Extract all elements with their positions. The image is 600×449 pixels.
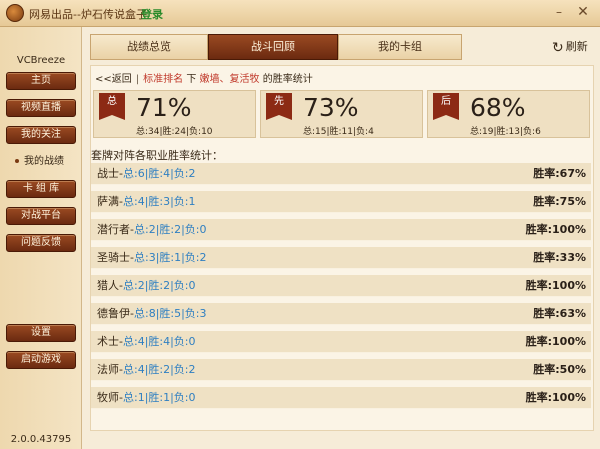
deck-name: 嫩墙、复活牧 [199,74,260,85]
win-rate-value: 胜率:63% [533,307,586,320]
stat-card-total: 总 71% 总:34|胜:24|负:10 [93,90,256,138]
win-rate: 73% [303,93,359,122]
table-row: 战士-总:6|胜:4|负:2 胜率:67% [91,163,591,185]
class-detail: 总:8|胜:5|负:3 [133,307,207,320]
class-name: 德鲁伊- [97,307,134,320]
class-name: 法师- [97,363,123,376]
class-detail: 总:1|胜:1|负:0 [122,391,196,404]
class-name: 术士- [97,335,123,348]
win-rate-value: 胜率:100% [525,279,586,292]
app-title: 网易出品--炉石传说盒子 [29,8,147,21]
table-row: 牧师-总:1|胜:1|负:0 胜率:100% [91,387,591,409]
sidebar-item-feedback[interactable]: 问题反馈 [6,234,76,252]
username: VCBreeze [16,55,66,66]
ribbon-tag: 先 [266,93,292,120]
class-detail: 总:4|胜:3|负:1 [122,195,196,208]
class-name: 牧师- [97,391,123,404]
refresh-label: 刷新 [565,40,588,53]
content-area: <<返回 | 标准排名 下 嫩墙、复活牧 的胜率统计 总 71% 总:34|胜:24… [90,65,594,431]
sidebar-item-live-video[interactable]: 视频直播 [6,99,76,117]
table-row: 潜行者-总:2|胜:2|负:0 胜率:100% [91,219,591,241]
refresh-button[interactable]: ↻ 刷新 [552,38,588,56]
section-title: 套牌对阵各职业胜率统计： [91,149,223,162]
win-rate-value: 胜率:100% [525,391,586,404]
sidebar-item-following[interactable]: 我的关注 [6,126,76,144]
table-row: 猎人-总:2|胜:2|负:0 胜率:100% [91,275,591,297]
app-logo-icon [6,4,24,22]
table-row: 圣骑士-总:3|胜:1|负:2 胜率:33% [91,247,591,269]
title-bar: 网易出品--炉石传说盒子 登录 – ✕ [0,0,600,27]
stat-summary: 总:19|胜:13|负:6 [470,127,541,137]
class-detail: 总:6|胜:4|负:2 [122,167,196,180]
class-name: 圣骑士- [97,251,134,264]
tab-record-overview[interactable]: 战绩总览 [90,34,208,60]
table-row: 德鲁伊-总:8|胜:5|负:3 胜率:63% [91,303,591,325]
class-detail: 总:4|胜:2|负:2 [122,363,196,376]
table-row: 萨满-总:4|胜:3|负:1 胜率:75% [91,191,591,213]
win-rate-value: 胜率:100% [525,223,586,236]
stat-card-first: 先 73% 总:15|胜:11|负:4 [260,90,423,138]
class-detail: 总:4|胜:4|负:0 [122,335,196,348]
sidebar: VCBreeze 主页 视频直播 我的关注 我的战绩 卡 组 库 对战平台 问题… [0,27,82,449]
class-detail: 总:2|胜:2|负:0 [122,279,196,292]
sidebar-item-home[interactable]: 主页 [6,72,76,90]
tab-my-decks[interactable]: 我的卡组 [338,34,462,60]
class-name: 潜行者- [97,223,134,236]
class-detail: 总:2|胜:2|负:0 [133,223,207,236]
stat-card-second: 后 68% 总:19|胜:13|负:6 [427,90,590,138]
sidebar-item-battle-platform[interactable]: 对战平台 [6,207,76,225]
sidebar-item-my-record[interactable]: 我的战绩 [6,153,76,171]
win-rate: 71% [136,93,192,122]
ribbon-tag: 后 [433,93,459,120]
stat-summary: 总:15|胜:11|负:4 [303,127,374,137]
sidebar-item-label: 我的战绩 [24,156,64,167]
win-rate-value: 胜率:67% [533,167,586,180]
settings-button[interactable]: 设置 [6,324,76,342]
refresh-icon: ↻ [552,40,564,56]
sidebar-item-deck-library[interactable]: 卡 组 库 [6,180,76,198]
breadcrumb-suffix: 的胜率统计 [262,74,313,85]
minimize-button[interactable]: – [550,3,568,21]
win-rate-value: 胜率:33% [533,251,586,264]
breadcrumb-under: 下 [186,74,197,85]
back-link[interactable]: <<返回 [95,74,132,85]
game-mode: 标准排名 [143,74,184,85]
win-rate-value: 胜率:50% [533,363,586,376]
version-label: 2.0.0.43795 [10,434,72,445]
active-dot-icon [15,159,19,163]
class-name: 战士- [97,167,123,180]
class-detail: 总:3|胜:1|负:2 [133,251,207,264]
main-panel: 战绩总览 战斗回顾 我的卡组 ↻ 刷新 <<返回 | 标准排名 下 嫩墙、复活牧 的胜… [82,27,600,449]
ribbon-tag: 总 [99,93,125,120]
breadcrumb-separator: | [135,74,140,85]
login-link[interactable]: 登录 [141,6,163,22]
breadcrumb: <<返回 | 标准排名 下 嫩墙、复活牧 的胜率统计 [95,70,313,85]
tab-battle-review[interactable]: 战斗回顾 [208,34,338,60]
stat-summary: 总:34|胜:24|负:10 [136,127,213,137]
table-row: 术士-总:4|胜:4|负:0 胜率:100% [91,331,591,353]
win-rate: 68% [470,93,526,122]
launch-game-button[interactable]: 启动游戏 [6,351,76,369]
win-rate-value: 胜率:75% [533,195,586,208]
table-row: 法师-总:4|胜:2|负:2 胜率:50% [91,359,591,381]
win-rate-value: 胜率:100% [525,335,586,348]
close-button[interactable]: ✕ [574,3,592,21]
class-name: 猎人- [97,279,123,292]
class-name: 萨满- [97,195,123,208]
